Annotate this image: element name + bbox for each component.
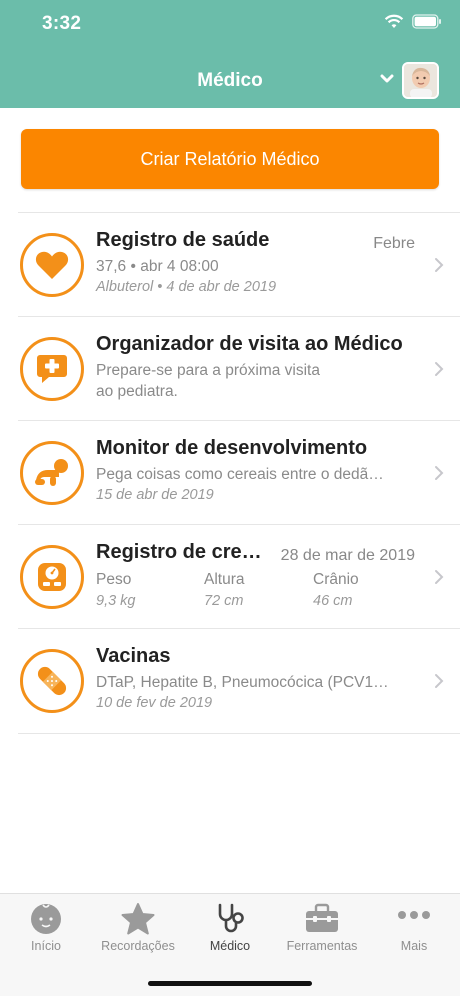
scale-icon [38, 563, 66, 591]
stethoscope-icon [218, 903, 244, 933]
tab-label: Início [31, 939, 61, 953]
home-indicator[interactable] [148, 981, 312, 986]
height-label: Altura [204, 571, 245, 588]
row-subtitle-continued: ao pediatra. [96, 383, 178, 400]
row-detail: 10 de fev de 2019 [96, 695, 213, 711]
tab-mais[interactable]: Mais [368, 894, 460, 964]
head-column: Crânio 46 cm [313, 571, 359, 609]
chevron-down-icon[interactable] [380, 73, 394, 85]
row-subtitle: DTaP, Hepatite B, Pneumocócica (PCV1… [96, 674, 389, 691]
chevron-right-icon [435, 362, 444, 376]
row-title: Registro de cre… [96, 541, 262, 563]
speech-bubble-plus-icon [37, 355, 67, 383]
row-title: Vacinas [96, 645, 171, 667]
tab-inicio[interactable]: Início [0, 894, 92, 964]
visit-organizer-icon-circle [20, 337, 84, 401]
baby-avatar[interactable] [402, 62, 439, 99]
battery-icon [412, 14, 441, 29]
toolbox-icon [306, 903, 338, 932]
health-log-icon-circle [20, 233, 84, 297]
height-column: Altura 72 cm [204, 571, 245, 609]
star-icon [121, 903, 155, 935]
row-right-label: Febre [373, 235, 415, 252]
row-date: 28 de mar de 2019 [280, 547, 415, 564]
head-value: 46 cm [313, 593, 353, 609]
list-item-visit-organizer[interactable]: Organizador de visita ao Médico Prepare-… [18, 316, 460, 420]
baby-photo-icon [404, 64, 437, 97]
row-subtitle: Pega coisas como cereais entre o dedã… [96, 466, 384, 483]
vaccines-icon-circle [20, 649, 84, 713]
tab-ferramentas[interactable]: Ferramentas [276, 894, 368, 964]
row-subtitle: Prepare-se para a próxima visita [96, 362, 320, 379]
chevron-right-icon [435, 674, 444, 688]
tab-recordacoes[interactable]: Recordações [92, 894, 184, 964]
heart-icon [35, 251, 69, 279]
list-item-vaccines[interactable]: Vacinas DTaP, Hepatite B, Pneumocócica (… [18, 628, 460, 732]
baby-face-icon [31, 904, 61, 934]
tab-medico[interactable]: Médico [184, 894, 276, 964]
chevron-right-icon [435, 258, 444, 272]
height-value: 72 cm [204, 593, 244, 609]
status-icons [384, 14, 442, 29]
row-title: Registro de saúde [96, 229, 270, 251]
tab-label: Recordações [101, 939, 175, 953]
bandage-icon [37, 666, 67, 696]
row-subtitle: 37,6 • abr 4 08:00 [96, 258, 219, 275]
list-item-health-log[interactable]: Registro de saúde Febre 37,6 • abr 4 08:… [18, 212, 460, 316]
development-icon-circle [20, 441, 84, 505]
weight-value: 9,3 kg [96, 593, 136, 609]
row-detail: 15 de abr de 2019 [96, 487, 214, 503]
more-dots-icon [398, 911, 430, 919]
row-title: Organizador de visita ao Médico [96, 333, 403, 355]
tab-label: Mais [400, 939, 428, 953]
create-medical-report-button[interactable]: Criar Relatório Médico [21, 129, 439, 189]
crawling-baby-icon [35, 459, 68, 486]
list-item-development-monitor[interactable]: Monitor de desenvolvimento Pega coisas c… [18, 420, 460, 524]
chevron-right-icon [435, 466, 444, 480]
growth-icon-circle [20, 545, 84, 609]
status-time: 3:32 [42, 13, 82, 34]
list-item-growth-log[interactable]: Registro de cre… 28 de mar de 2019 Peso … [18, 524, 460, 628]
row-title: Monitor de desenvolvimento [96, 437, 368, 459]
tab-label: Ferramentas [286, 939, 358, 953]
list-divider [18, 733, 460, 734]
chevron-right-icon [435, 570, 444, 584]
row-detail: Albuterol • 4 de abr de 2019 [96, 279, 277, 295]
wifi-icon [384, 14, 404, 28]
tab-label: Médico [209, 939, 251, 953]
top-header: 3:32 Médico [0, 0, 460, 108]
weight-label: Peso [96, 571, 132, 588]
weight-column: Peso 9,3 kg [96, 571, 136, 609]
head-label: Crânio [313, 571, 359, 588]
